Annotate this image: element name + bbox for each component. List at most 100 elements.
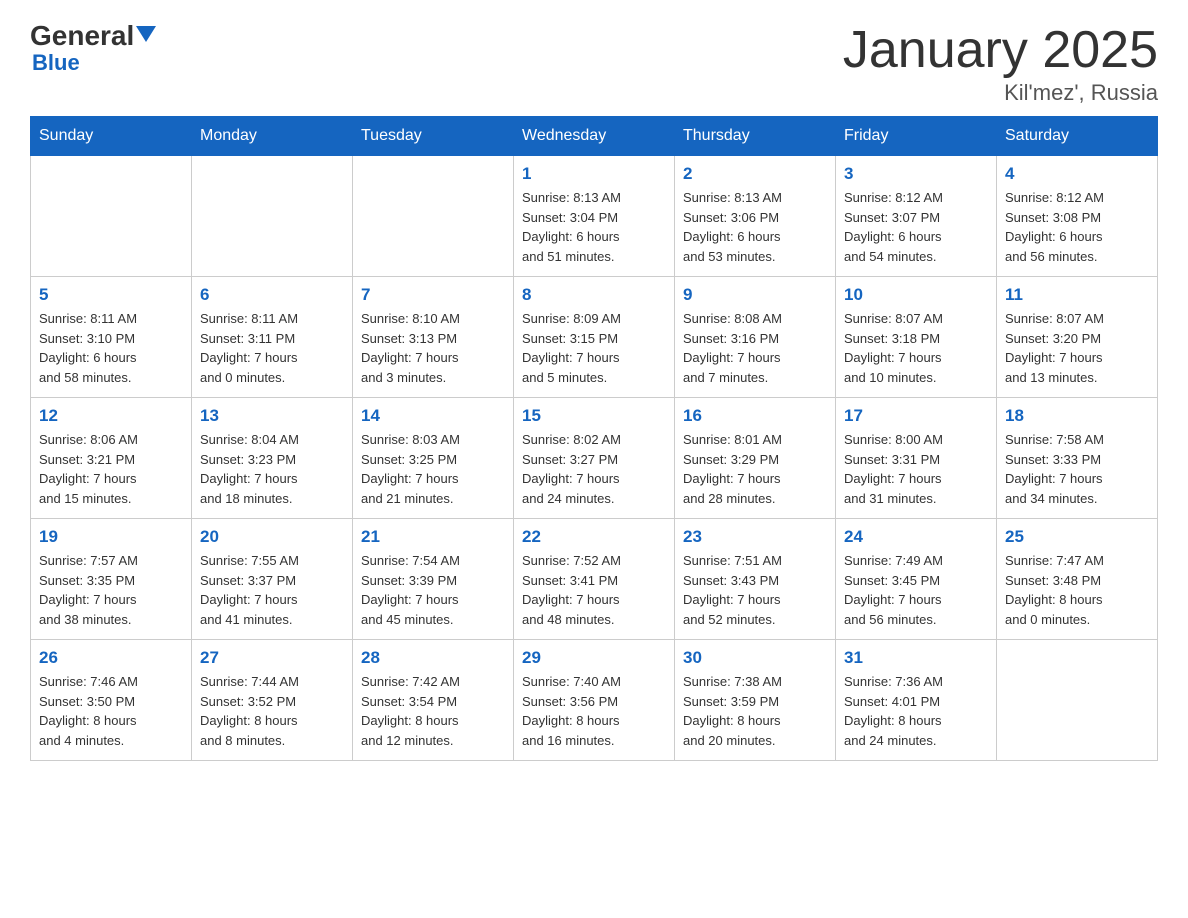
day-number: 12 (39, 406, 183, 426)
day-number: 18 (1005, 406, 1149, 426)
table-row: 5 Sunrise: 8:11 AM Sunset: 3:10 PM Daylig… (31, 277, 192, 398)
logo-general-text: General (30, 20, 134, 52)
day-info: Sunrise: 7:57 AM Sunset: 3:35 PM Dayligh… (39, 551, 183, 629)
day-info: Sunrise: 8:00 AM Sunset: 3:31 PM Dayligh… (844, 430, 988, 508)
table-row: 11Sunrise: 8:07 AM Sunset: 3:20 PM Dayli… (997, 277, 1158, 398)
table-row: 10 Sunrise: 8:07 AM Sunset: 3:18 PM Dayli… (836, 277, 997, 398)
day-info: Sunrise: 7:42 AM Sunset: 3:54 PM Dayligh… (361, 672, 505, 750)
day-info: Sunrise: 8:13 AM Sunset: 3:04 PM Dayligh… (522, 188, 666, 266)
day-info: Sunrise: 8:08 AM Sunset: 3:16 PM Dayligh… (683, 309, 827, 387)
title-block: January 2025 Kil'mez', Russia (843, 20, 1158, 106)
table-row: 8 Sunrise: 8:09 AM Sunset: 3:15 PM Daylig… (514, 277, 675, 398)
col-saturday: Saturday (997, 117, 1158, 156)
day-number: 16 (683, 406, 827, 426)
day-info: Sunrise: 8:12 AM Sunset: 3:07 PM Dayligh… (844, 188, 988, 266)
day-number: 29 (522, 648, 666, 668)
col-monday: Monday (192, 117, 353, 156)
calendar-week-row: 26 Sunrise: 7:46 AM Sunset: 3:50 PM Dayli… (31, 640, 1158, 761)
day-info: Sunrise: 7:51 AM Sunset: 3:43 PM Dayligh… (683, 551, 827, 629)
calendar-header-row: Sunday Monday Tuesday Wednesday Thursday… (31, 117, 1158, 156)
day-info: Sunrise: 7:52 AM Sunset: 3:41 PM Dayligh… (522, 551, 666, 629)
table-row: 15 Sunrise: 8:02 AM Sunset: 3:27 PM Dayli… (514, 398, 675, 519)
table-row: 19Sunrise: 7:57 AM Sunset: 3:35 PM Dayli… (31, 519, 192, 640)
col-tuesday: Tuesday (353, 117, 514, 156)
calendar-week-row: 19Sunrise: 7:57 AM Sunset: 3:35 PM Dayli… (31, 519, 1158, 640)
day-number: 13 (200, 406, 344, 426)
day-info: Sunrise: 8:03 AM Sunset: 3:25 PM Dayligh… (361, 430, 505, 508)
logo-arrow-icon (136, 26, 156, 42)
table-row: 12 Sunrise: 8:06 AM Sunset: 3:21 PM Dayli… (31, 398, 192, 519)
table-row: 30Sunrise: 7:38 AM Sunset: 3:59 PM Dayli… (675, 640, 836, 761)
table-row: 9 Sunrise: 8:08 AM Sunset: 3:16 PM Daylig… (675, 277, 836, 398)
day-number: 2 (683, 164, 827, 184)
month-title: January 2025 (843, 20, 1158, 80)
day-number: 4 (1005, 164, 1149, 184)
day-number: 1 (522, 164, 666, 184)
calendar-week-row: 12 Sunrise: 8:06 AM Sunset: 3:21 PM Dayli… (31, 398, 1158, 519)
table-row: 18 Sunrise: 7:58 AM Sunset: 3:33 PM Dayli… (997, 398, 1158, 519)
day-number: 11 (1005, 285, 1149, 305)
day-number: 8 (522, 285, 666, 305)
day-number: 22 (522, 527, 666, 547)
table-row: 23 Sunrise: 7:51 AM Sunset: 3:43 PM Dayli… (675, 519, 836, 640)
table-row: 13 Sunrise: 8:04 AM Sunset: 3:23 PM Dayli… (192, 398, 353, 519)
day-info: Sunrise: 7:44 AM Sunset: 3:52 PM Dayligh… (200, 672, 344, 750)
col-thursday: Thursday (675, 117, 836, 156)
table-row: 21Sunrise: 7:54 AM Sunset: 3:39 PM Dayli… (353, 519, 514, 640)
day-info: Sunrise: 7:38 AM Sunset: 3:59 PM Dayligh… (683, 672, 827, 750)
calendar-week-row: 1 Sunrise: 8:13 AM Sunset: 3:04 PM Daylig… (31, 156, 1158, 277)
table-row: 25 Sunrise: 7:47 AM Sunset: 3:48 PM Dayli… (997, 519, 1158, 640)
day-info: Sunrise: 7:55 AM Sunset: 3:37 PM Dayligh… (200, 551, 344, 629)
day-number: 9 (683, 285, 827, 305)
day-number: 7 (361, 285, 505, 305)
day-info: Sunrise: 7:47 AM Sunset: 3:48 PM Dayligh… (1005, 551, 1149, 629)
table-row: 24Sunrise: 7:49 AM Sunset: 3:45 PM Dayli… (836, 519, 997, 640)
day-number: 26 (39, 648, 183, 668)
logo: General Blue (30, 20, 156, 76)
table-row: 7 Sunrise: 8:10 AM Sunset: 3:13 PM Daylig… (353, 277, 514, 398)
table-row: 3 Sunrise: 8:12 AM Sunset: 3:07 PM Daylig… (836, 156, 997, 277)
day-number: 3 (844, 164, 988, 184)
logo-blue-text: Blue (32, 50, 80, 76)
table-row: 14Sunrise: 8:03 AM Sunset: 3:25 PM Dayli… (353, 398, 514, 519)
day-number: 15 (522, 406, 666, 426)
day-info: Sunrise: 8:07 AM Sunset: 3:18 PM Dayligh… (844, 309, 988, 387)
day-number: 31 (844, 648, 988, 668)
day-info: Sunrise: 7:36 AM Sunset: 4:01 PM Dayligh… (844, 672, 988, 750)
day-info: Sunrise: 8:11 AM Sunset: 3:10 PM Dayligh… (39, 309, 183, 387)
day-number: 23 (683, 527, 827, 547)
day-info: Sunrise: 8:01 AM Sunset: 3:29 PM Dayligh… (683, 430, 827, 508)
table-row (353, 156, 514, 277)
table-row: 6Sunrise: 8:11 AM Sunset: 3:11 PM Daylig… (192, 277, 353, 398)
day-number: 24 (844, 527, 988, 547)
day-info: Sunrise: 8:09 AM Sunset: 3:15 PM Dayligh… (522, 309, 666, 387)
day-number: 10 (844, 285, 988, 305)
day-info: Sunrise: 8:13 AM Sunset: 3:06 PM Dayligh… (683, 188, 827, 266)
day-info: Sunrise: 8:06 AM Sunset: 3:21 PM Dayligh… (39, 430, 183, 508)
table-row (997, 640, 1158, 761)
day-info: Sunrise: 7:40 AM Sunset: 3:56 PM Dayligh… (522, 672, 666, 750)
day-info: Sunrise: 8:10 AM Sunset: 3:13 PM Dayligh… (361, 309, 505, 387)
page-header: General Blue January 2025 Kil'mez', Russ… (30, 20, 1158, 106)
day-info: Sunrise: 7:58 AM Sunset: 3:33 PM Dayligh… (1005, 430, 1149, 508)
table-row: 1 Sunrise: 8:13 AM Sunset: 3:04 PM Daylig… (514, 156, 675, 277)
table-row: 26 Sunrise: 7:46 AM Sunset: 3:50 PM Dayli… (31, 640, 192, 761)
day-info: Sunrise: 8:04 AM Sunset: 3:23 PM Dayligh… (200, 430, 344, 508)
day-number: 25 (1005, 527, 1149, 547)
day-info: Sunrise: 8:02 AM Sunset: 3:27 PM Dayligh… (522, 430, 666, 508)
table-row: 29 Sunrise: 7:40 AM Sunset: 3:56 PM Dayli… (514, 640, 675, 761)
day-number: 20 (200, 527, 344, 547)
table-row (192, 156, 353, 277)
day-info: Sunrise: 7:46 AM Sunset: 3:50 PM Dayligh… (39, 672, 183, 750)
table-row: 17Sunrise: 8:00 AM Sunset: 3:31 PM Dayli… (836, 398, 997, 519)
day-info: Sunrise: 8:11 AM Sunset: 3:11 PM Dayligh… (200, 309, 344, 387)
day-info: Sunrise: 7:54 AM Sunset: 3:39 PM Dayligh… (361, 551, 505, 629)
calendar-table: Sunday Monday Tuesday Wednesday Thursday… (30, 116, 1158, 761)
table-row (31, 156, 192, 277)
day-number: 5 (39, 285, 183, 305)
table-row: 22 Sunrise: 7:52 AM Sunset: 3:41 PM Dayli… (514, 519, 675, 640)
table-row: 31 Sunrise: 7:36 AM Sunset: 4:01 PM Dayli… (836, 640, 997, 761)
table-row: 4 Sunrise: 8:12 AM Sunset: 3:08 PM Daylig… (997, 156, 1158, 277)
day-info: Sunrise: 8:12 AM Sunset: 3:08 PM Dayligh… (1005, 188, 1149, 266)
col-friday: Friday (836, 117, 997, 156)
